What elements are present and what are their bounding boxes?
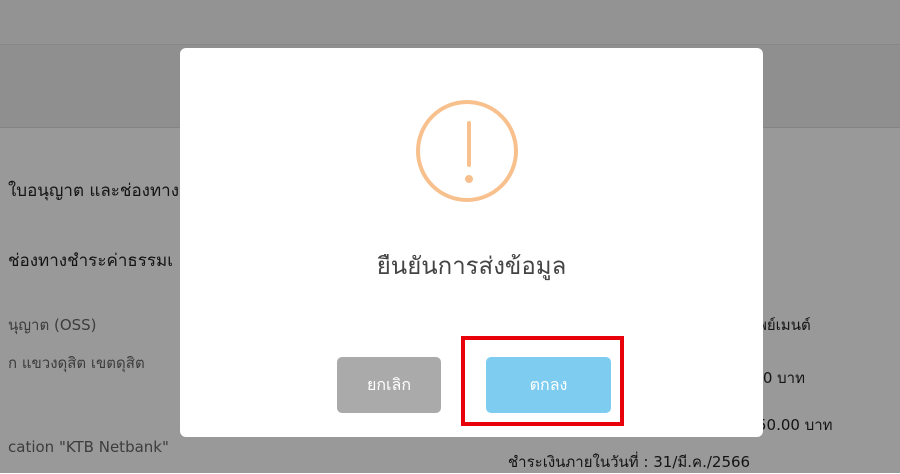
highlight-box (461, 336, 624, 426)
dialog-title: ยืนยันการส่งข้อมูล (376, 252, 567, 280)
exclamation-circle-icon (416, 100, 518, 202)
cancel-button[interactable]: ยกเลิก (337, 357, 441, 413)
